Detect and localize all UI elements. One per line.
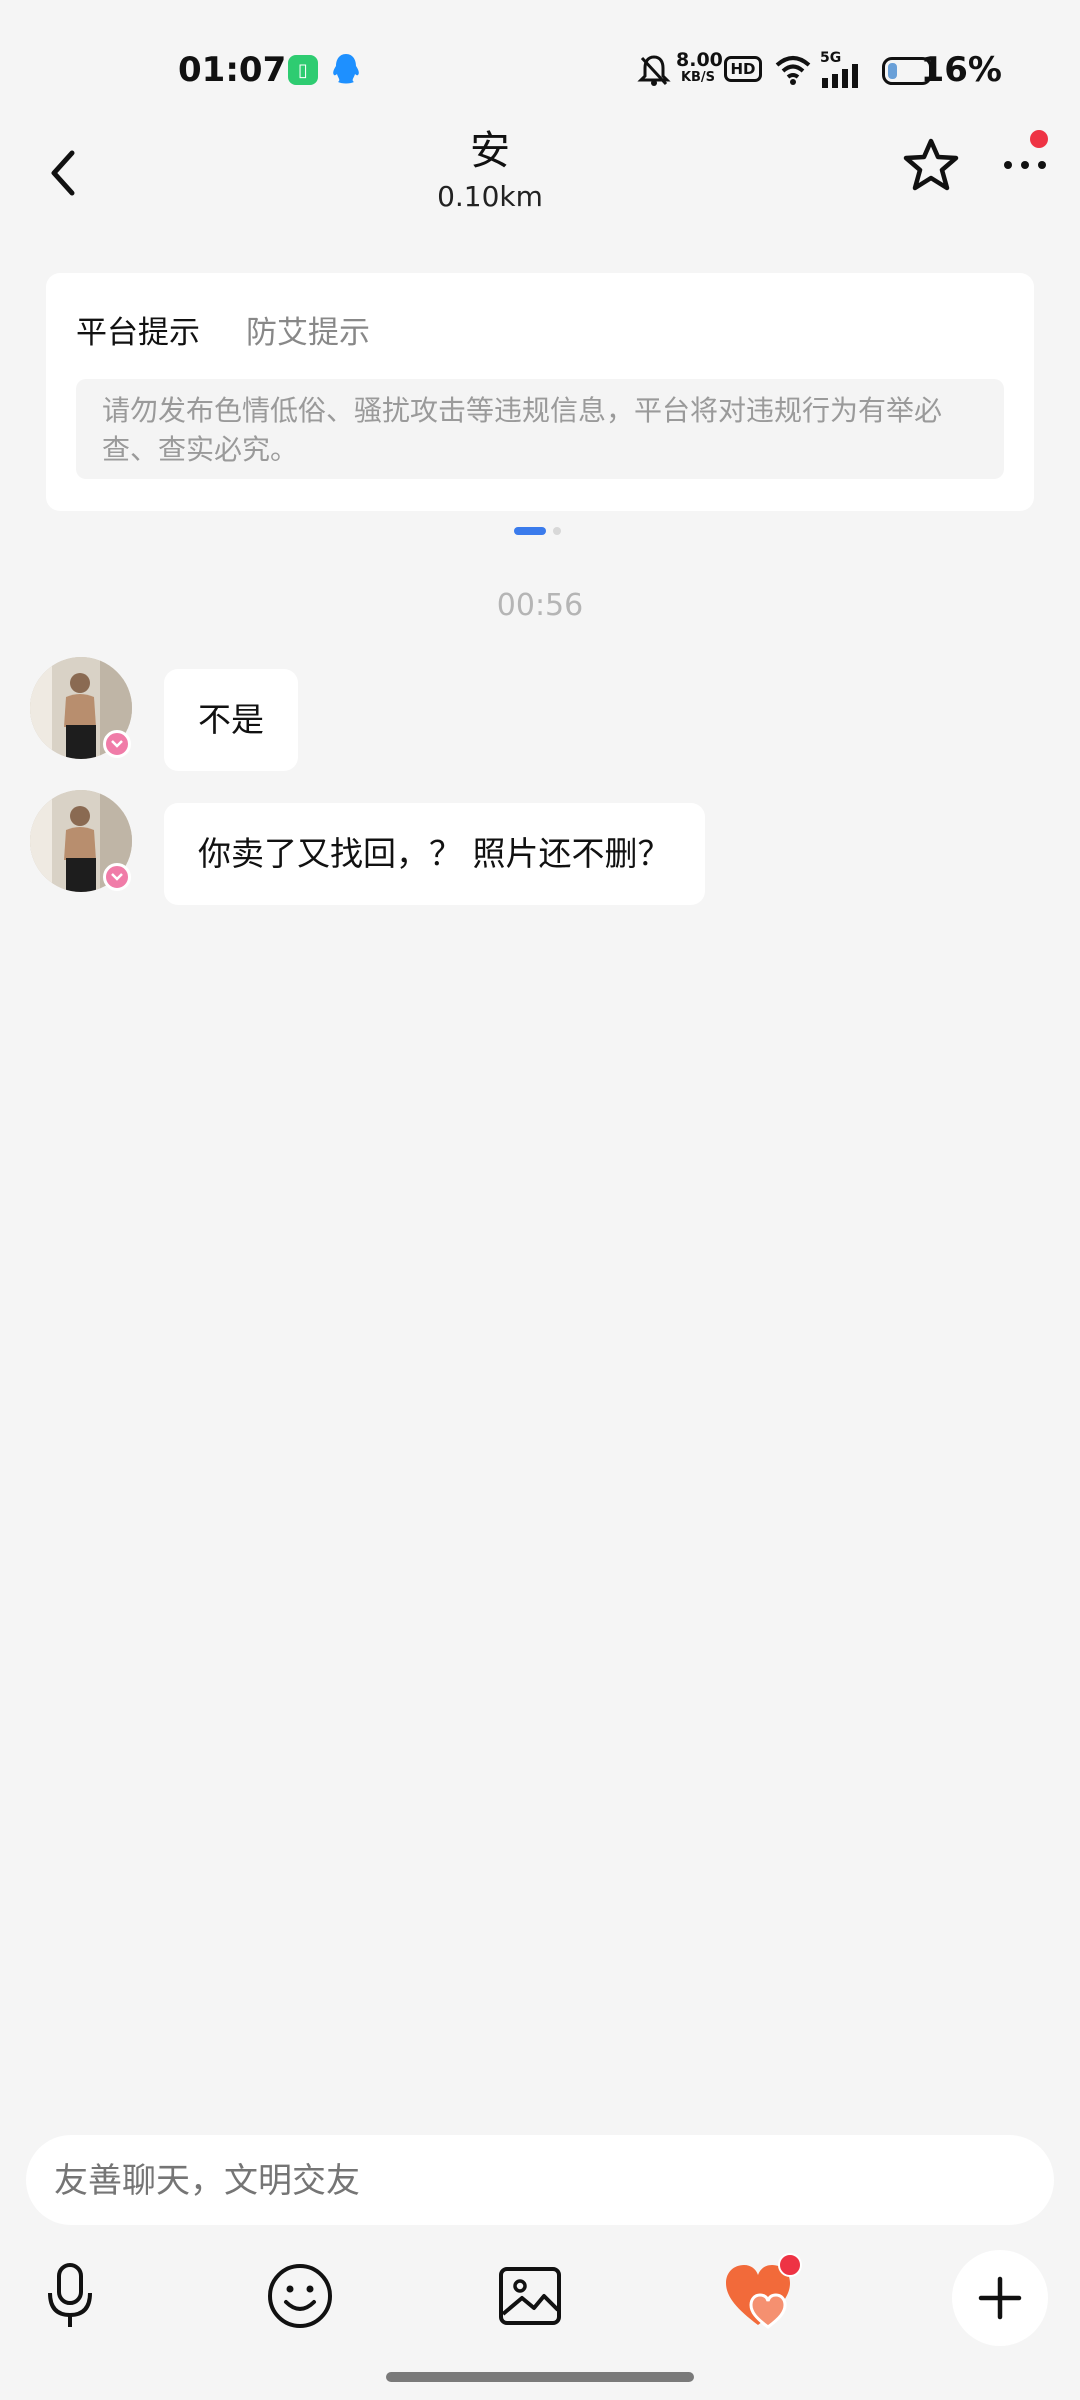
message-input[interactable]: [52, 2135, 1016, 2227]
tips-content: 请勿发布色情低俗、骚扰攻击等违规信息，平台将对违规行为有举必查、查实必究。: [102, 394, 943, 466]
signal-icon: [820, 64, 862, 92]
microphone-icon: [48, 2263, 92, 2327]
qq-icon: [330, 52, 362, 90]
pager-indicator-active: [514, 527, 546, 535]
alarm-icon: [636, 52, 672, 92]
tips-card: 平台提示 防艾提示 请勿发布色情低俗、骚扰攻击等违规信息，平台将对违规行为有举必…: [46, 273, 1034, 511]
image-button[interactable]: [490, 2256, 570, 2336]
home-indicator[interactable]: [386, 2372, 694, 2382]
pager-indicator: [553, 527, 561, 535]
tab-aids-tips[interactable]: 防艾提示: [246, 307, 370, 352]
net-speed: 8.00 KB/S: [676, 49, 723, 86]
voice-button[interactable]: [30, 2256, 110, 2336]
status-time: 01:07: [178, 50, 287, 90]
more-icon: [1004, 161, 1046, 169]
more-actions-button[interactable]: [952, 2250, 1048, 2346]
wifi-icon: [774, 54, 812, 90]
tab-platform-tips[interactable]: 平台提示: [76, 307, 200, 352]
like-notification-dot: [778, 2253, 802, 2277]
message-input-box[interactable]: [26, 2135, 1054, 2227]
battery-percent: 16%: [920, 50, 1002, 90]
image-icon: [499, 2267, 561, 2325]
hd-icon: HD: [724, 56, 762, 82]
more-button[interactable]: [990, 130, 1060, 200]
contact-name: 安: [470, 128, 510, 174]
gender-badge: [103, 730, 131, 758]
message-bubble[interactable]: 你卖了又找回，？ 照片还不删？: [164, 803, 705, 905]
plus-icon: [978, 2276, 1022, 2320]
gender-badge: [103, 863, 131, 891]
app-notification-icon: ▯: [288, 55, 318, 85]
contact-distance: 0.10km: [437, 180, 543, 213]
emoji-icon: [268, 2264, 332, 2328]
message-bubble[interactable]: 不是: [164, 669, 298, 771]
tips-content-box: 请勿发布色情低俗、骚扰攻击等违规信息，平台将对违规行为有举必查、查实必究。: [76, 379, 1004, 479]
star-icon: [903, 138, 959, 191]
emoji-button[interactable]: [260, 2256, 340, 2336]
favorite-button[interactable]: [896, 130, 966, 200]
chat-timestamp: 00:56: [496, 588, 584, 623]
notification-dot: [1030, 130, 1048, 148]
